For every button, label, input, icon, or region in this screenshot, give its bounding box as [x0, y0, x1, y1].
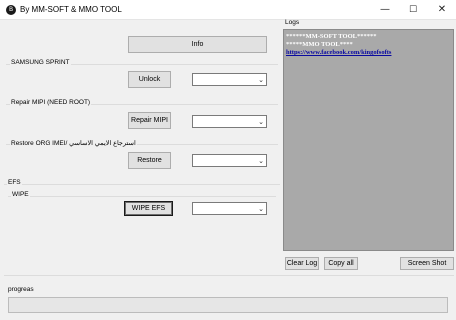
chevron-down-icon: ⌄: [258, 205, 264, 213]
copy-all-button[interactable]: Copy all: [324, 257, 358, 270]
restore-imei-label: Restore ORG IMEI/ استرجاع الايمي الاساسي: [10, 139, 137, 147]
repair-mipi-select[interactable]: ⌄: [192, 115, 267, 128]
restore-imei-select[interactable]: ⌄: [192, 154, 267, 167]
repair-mipi-label: Repair MIPI (NEED ROOT): [10, 99, 92, 106]
repair-mipi-button[interactable]: Repair MIPI: [128, 112, 171, 129]
minimize-button[interactable]: —: [371, 0, 399, 20]
progress-bar: [8, 297, 448, 313]
unlock-button[interactable]: Unlock: [128, 71, 171, 88]
wipe-label: WIPE: [11, 191, 30, 198]
efs-label: EFS: [7, 179, 22, 186]
log-line: *****MMO TOOL****: [286, 41, 353, 48]
close-button[interactable]: ✕: [428, 0, 456, 20]
samsung-sprint-label: SAMSUNG SPRINT: [10, 59, 71, 66]
efs-group: [4, 184, 280, 250]
progress-group: [4, 275, 454, 297]
title-bar: B By MM-SOFT & MMO TOOL — ☐ ✕: [0, 0, 456, 20]
screen-shot-button[interactable]: Screen Shot: [400, 257, 454, 270]
info-button[interactable]: Info: [128, 36, 267, 53]
wipe-efs-select[interactable]: ⌄: [192, 202, 267, 215]
log-line: ******MM-SOFT TOOL******: [286, 33, 377, 40]
maximize-button[interactable]: ☐: [399, 0, 427, 20]
log-textbox[interactable]: ******MM-SOFT TOOL****** *****MMO TOOL**…: [283, 29, 454, 251]
app-icon: B: [6, 5, 16, 15]
chevron-down-icon: ⌄: [258, 76, 264, 84]
clear-log-button[interactable]: Clear Log: [285, 257, 319, 270]
chevron-down-icon: ⌄: [258, 157, 264, 165]
progress-label: progreas: [8, 286, 34, 293]
chevron-down-icon: ⌄: [258, 118, 264, 126]
samsung-sprint-select[interactable]: ⌄: [192, 73, 267, 86]
log-link[interactable]: https://www.facebook.com/kingofsofts: [286, 49, 451, 57]
logs-label: Logs: [285, 19, 300, 26]
restore-button[interactable]: Restore: [128, 152, 171, 169]
window-title: By MM-SOFT & MMO TOOL: [20, 5, 122, 14]
wipe-efs-button[interactable]: WIPE EFS: [124, 201, 173, 216]
